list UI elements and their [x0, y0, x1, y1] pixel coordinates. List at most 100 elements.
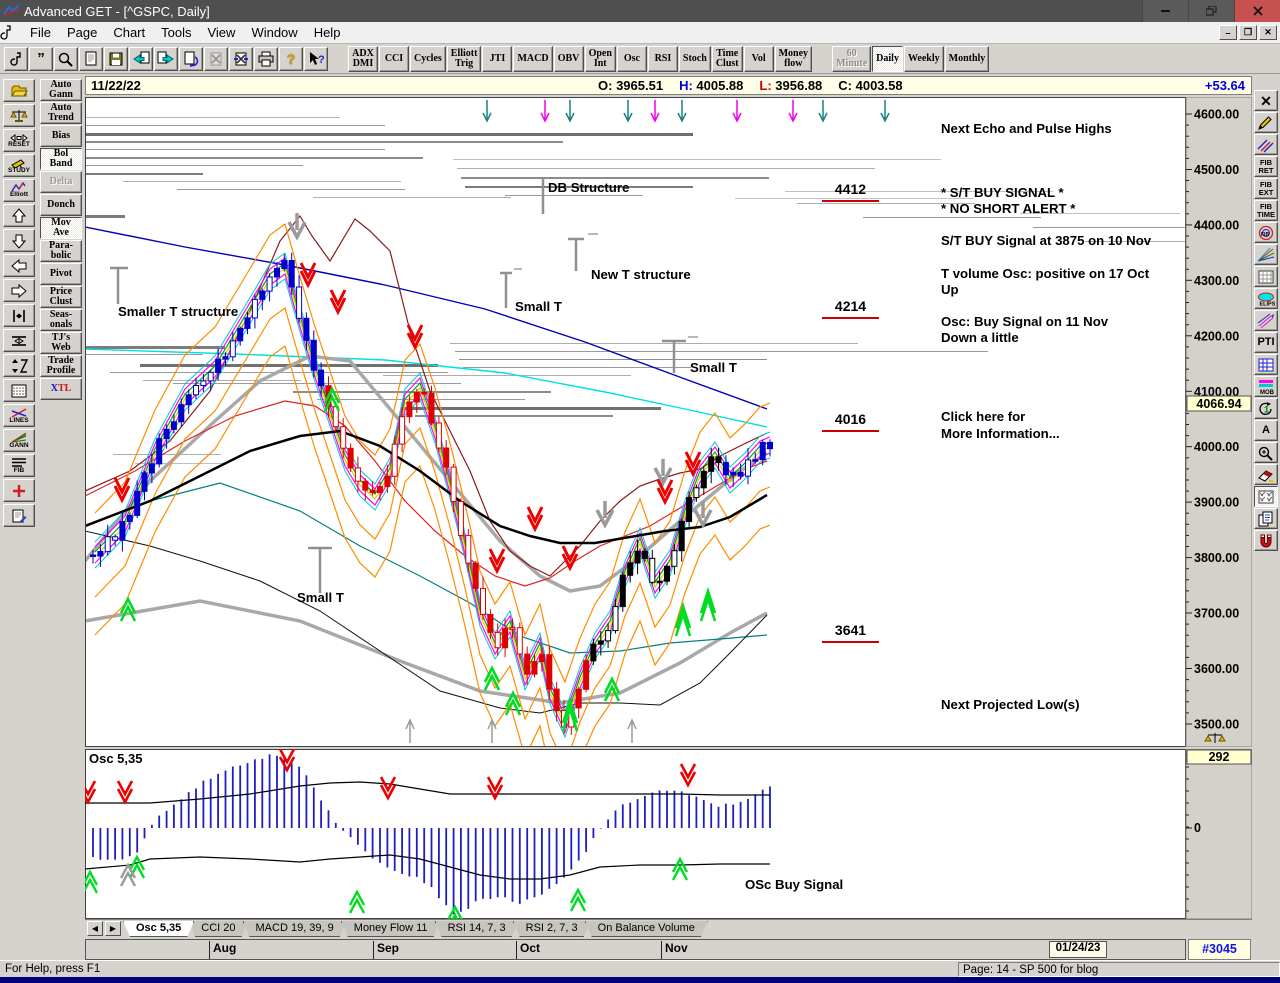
study-mov-ave[interactable]: Mov Ave [40, 217, 82, 239]
scroll-up-icon[interactable] [3, 204, 35, 227]
tab-scroll-right[interactable]: ▶ [105, 921, 121, 936]
magnet-button[interactable] [1254, 530, 1278, 551]
mob-button[interactable]: MOB [1254, 376, 1278, 397]
magnifier-icon[interactable] [54, 46, 78, 71]
pencil-icon[interactable] [1254, 112, 1278, 133]
indicator-adx-dmi[interactable]: ADX DMI [348, 45, 378, 72]
pin-icon[interactable] [4, 46, 28, 71]
indicator-cci[interactable]: CCI [379, 45, 409, 72]
elliott-button[interactable]: Elliott [3, 179, 35, 202]
study-price-clust[interactable]: Price Clust [40, 286, 82, 308]
blue-grid-icon[interactable] [1254, 354, 1278, 375]
indicator-vol[interactable]: Vol [743, 45, 774, 72]
tab-cci-20[interactable]: CCI 20 [188, 921, 248, 937]
scales-icon[interactable] [3, 104, 35, 127]
menu-file[interactable]: File [22, 23, 59, 42]
timeframe-monthly[interactable]: Monthly [944, 45, 990, 72]
study-trade-profile[interactable]: Trade Profile [40, 355, 82, 377]
indicator-obv[interactable]: OBV [553, 45, 584, 72]
prev-page-icon[interactable] [129, 46, 153, 71]
mdi-minimize-button[interactable]: – [1219, 25, 1237, 40]
study-auto-gann[interactable]: Auto Gann [40, 79, 82, 101]
timeframe-daily[interactable]: Daily [872, 45, 903, 72]
text-tool-button[interactable]: A [1254, 420, 1278, 441]
eraser-icon[interactable] [1254, 464, 1278, 485]
menu-window[interactable]: Window [243, 23, 305, 42]
restore-button[interactable] [1188, 0, 1234, 22]
mdi-restore-button[interactable]: ❐ [1239, 25, 1257, 40]
indicator-stoch[interactable]: Stoch [678, 45, 711, 72]
delete-icon[interactable]: ✕ [1254, 90, 1278, 111]
zoom-in-icon[interactable] [1254, 442, 1278, 463]
study-button[interactable]: STUDY [3, 154, 35, 177]
fan-lines-icon[interactable] [1254, 244, 1278, 265]
menu-help[interactable]: Help [306, 23, 349, 42]
indicator-osc[interactable]: Osc [616, 45, 647, 72]
parallel-lines-icon[interactable] [1254, 134, 1278, 155]
fib-button[interactable]: FIB [3, 454, 35, 477]
ellipse-button[interactable]: ELIPS [1254, 288, 1278, 309]
scroll-left-icon[interactable] [3, 254, 35, 277]
print-icon[interactable] [254, 46, 278, 71]
tab-osc-5-35[interactable]: Osc 5,35 [123, 921, 194, 937]
study-tj-s-web[interactable]: TJ's Web [40, 332, 82, 354]
study-para-bolic[interactable]: Para- bolic [40, 240, 82, 262]
indicator-money-flow[interactable]: Money flow [774, 45, 813, 72]
tab-rsi-2-7-3[interactable]: RSI 2, 7, 3 [513, 921, 591, 937]
cross-button[interactable] [3, 479, 35, 502]
indicator-elliott-trig[interactable]: Elliott Trig [446, 45, 482, 72]
context-help-icon[interactable]: ? [304, 46, 328, 71]
fib-time-button[interactable]: FIB TIME [1254, 200, 1278, 221]
split-view-icon[interactable] [3, 354, 35, 377]
compress-horizontal-icon[interactable] [3, 329, 35, 352]
indicator-macd[interactable]: MACD [513, 45, 553, 72]
menu-view[interactable]: View [199, 23, 243, 42]
gann-button[interactable]: GANN [3, 429, 35, 452]
future-date-box[interactable]: 01/24/23 [1049, 941, 1107, 958]
compress-vertical-icon[interactable] [3, 304, 35, 327]
tab-on-balance-volume[interactable]: On Balance Volume [585, 921, 708, 937]
grid-dots-icon[interactable] [3, 379, 35, 402]
indicator-jti[interactable]: JTI [482, 45, 513, 72]
minimize-button[interactable] [1142, 0, 1188, 22]
swap-page-icon[interactable] [229, 46, 253, 71]
timeframe-60-minute[interactable]: 60 Minute [832, 45, 872, 72]
study-delta[interactable]: Delta [40, 171, 82, 193]
study-bol-band[interactable]: Bol Band [40, 148, 82, 170]
tab-rsi-14-7-3[interactable]: RSI 14, 7, 3 [435, 921, 519, 937]
indicator-time-clust[interactable]: Time Clust [711, 45, 743, 72]
refresh-page-icon[interactable] [179, 46, 203, 71]
study-xtl[interactable]: XTL [40, 378, 82, 400]
mdi-close-button[interactable]: ✕ [1259, 25, 1277, 40]
study-donch[interactable]: Donch [40, 194, 82, 216]
quotes-icon[interactable]: ” [29, 46, 53, 71]
menu-tools[interactable]: Tools [153, 23, 199, 42]
close-button[interactable] [1234, 0, 1280, 22]
copy-pages-icon[interactable] [1254, 508, 1278, 529]
tab-money-flow-11[interactable]: Money Flow 11 [341, 921, 441, 937]
fib-circle-icon[interactable]: FIB [1254, 222, 1278, 243]
rotate-one-icon[interactable]: 1 [1254, 398, 1278, 419]
oscillator-panel[interactable]: Osc 5,35 OSc Buy Signal 0 292 [85, 749, 1252, 919]
delete-page-icon[interactable] [204, 46, 228, 71]
scroll-down-icon[interactable] [3, 229, 35, 252]
indicator-rsi[interactable]: RSI [647, 45, 678, 72]
new-doc-icon[interactable] [79, 46, 103, 71]
help-icon[interactable]: ? [279, 46, 303, 71]
fib-retracement-button[interactable]: FIB RET [1254, 156, 1278, 177]
indicator-cycles[interactable]: Cycles [410, 45, 446, 72]
mdi-child-icon[interactable] [0, 25, 22, 40]
pattern-box-icon[interactable] [1254, 486, 1278, 507]
indicator-open-int[interactable]: Open Int [584, 45, 616, 72]
tab-macd-19-39-9[interactable]: MACD 19, 39, 9 [243, 921, 347, 937]
study-pivot[interactable]: Pivot [40, 263, 82, 285]
fib-extension-button[interactable]: FIB EXT [1254, 178, 1278, 199]
menu-page[interactable]: Page [59, 23, 105, 42]
pti-button[interactable]: PTI [1254, 332, 1278, 353]
study-seas-onals[interactable]: Seas- onals [40, 309, 82, 331]
next-page-icon[interactable] [154, 46, 178, 71]
study-auto-trend[interactable]: Auto Trend [40, 102, 82, 124]
study-bias[interactable]: Bias [40, 125, 82, 147]
open-chart-icon[interactable] [3, 79, 35, 102]
price-chart[interactable]: 4412 4214 4016 3641 Next Echo and Pulse High… [85, 97, 1252, 747]
